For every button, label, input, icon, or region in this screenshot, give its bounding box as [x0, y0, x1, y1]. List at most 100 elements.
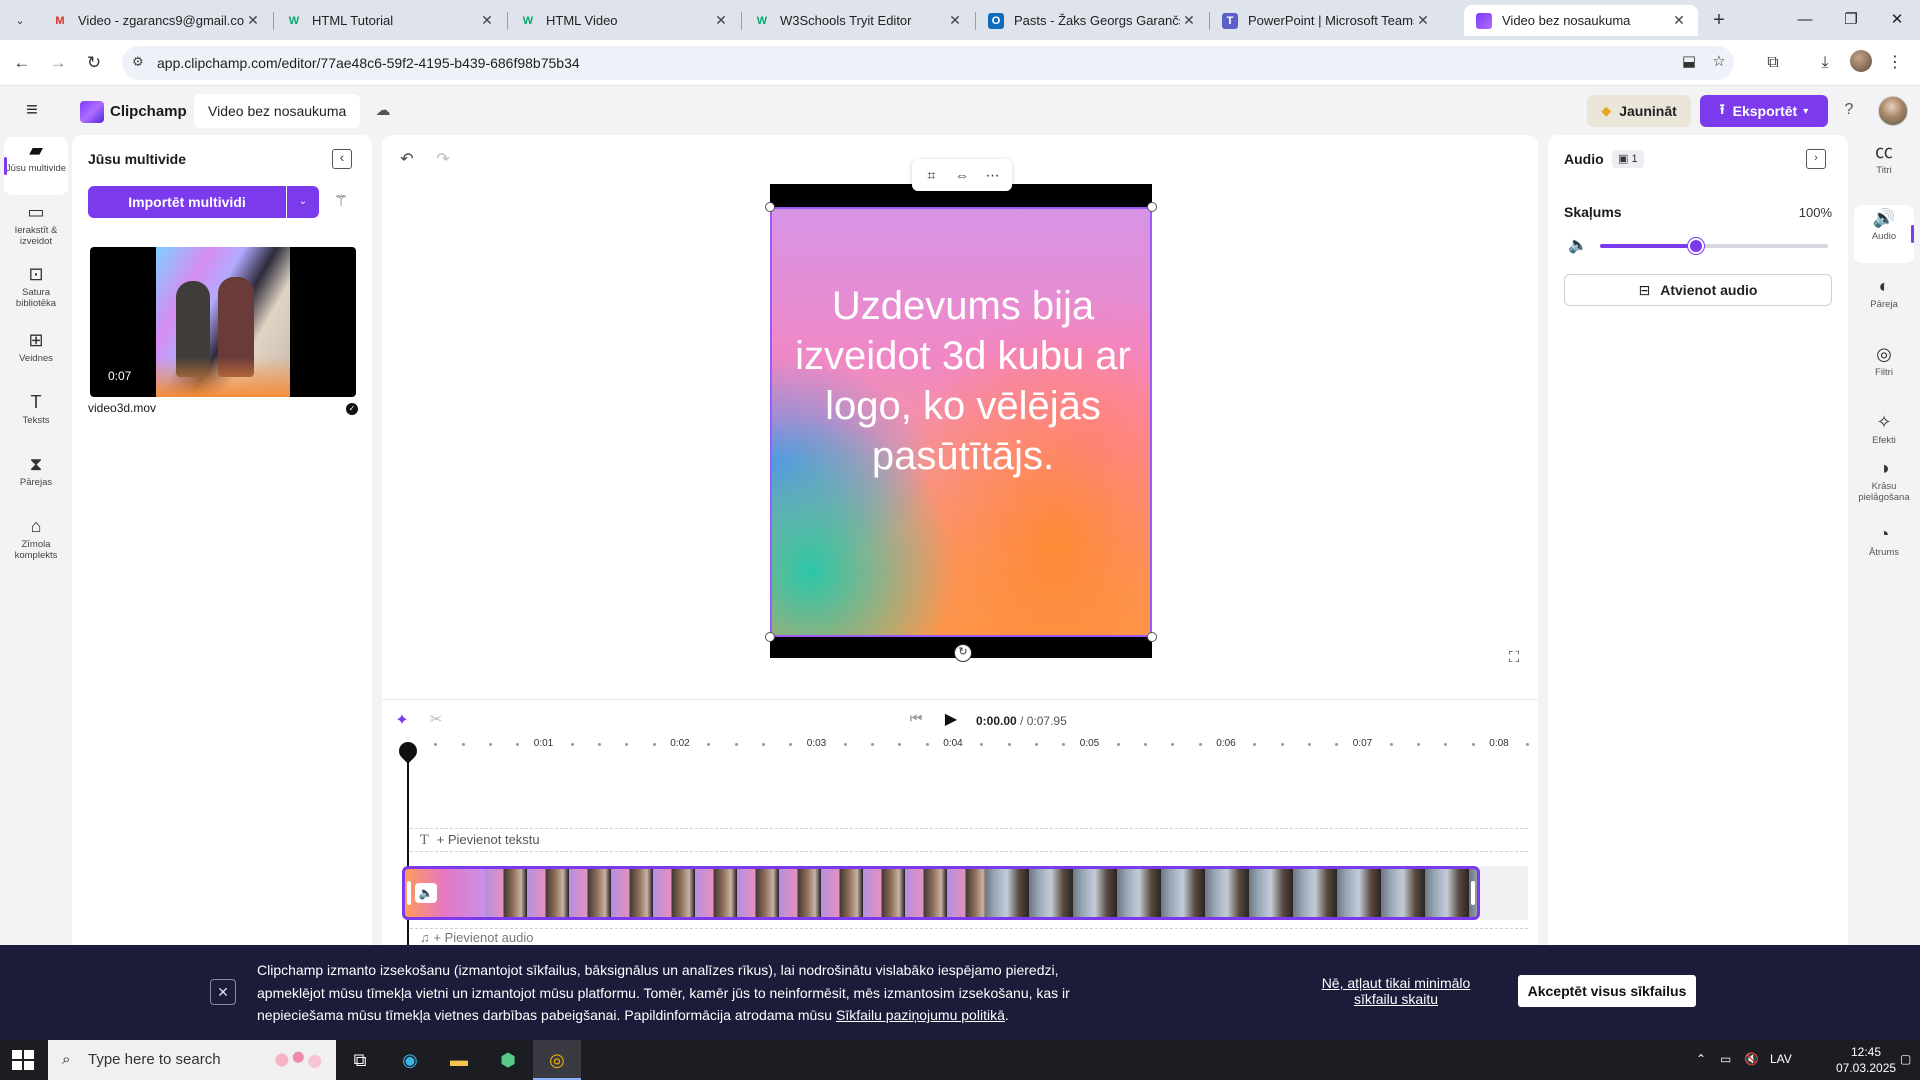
volume-slider[interactable]: [1600, 238, 1828, 254]
add-audio-track[interactable]: ♫ + Pievienot audio: [410, 928, 1528, 945]
close-tab-icon[interactable]: ✕: [946, 12, 964, 29]
edge-icon[interactable]: ◉: [386, 1040, 434, 1080]
tab-search-chevron-icon[interactable]: ⌄: [8, 8, 32, 32]
browser-tab-clipchamp-active[interactable]: Video bez nosaukuma ✕: [1464, 5, 1698, 36]
site-info-icon[interactable]: ⚙: [132, 54, 144, 70]
volume-muted-icon[interactable]: 🔇: [1744, 1052, 1759, 1066]
upgrade-button[interactable]: ◆ Jaunināt: [1587, 95, 1691, 127]
rail-item-brand-kit[interactable]: ⌂ Zīmola komplekts: [4, 513, 68, 571]
rail-item-content-library[interactable]: ⊡ Satura bibliotēka: [4, 261, 68, 319]
video-clip[interactable]: 🔈: [402, 866, 1480, 920]
resize-handle[interactable]: [765, 632, 775, 642]
taskbar-search-box[interactable]: ⌕ Type here to search: [48, 1040, 336, 1080]
cookie-policy-link[interactable]: Sīkfailu paziņojumu politikā: [836, 1007, 1005, 1023]
app-icon[interactable]: ⬢: [484, 1040, 532, 1080]
taskbar-clock[interactable]: 12:45 07.03.2025: [1836, 1044, 1896, 1076]
import-media-button[interactable]: Importēt multividi: [88, 186, 286, 218]
hamburger-menu-icon[interactable]: ≡: [20, 99, 44, 123]
rail-item-your-media[interactable]: ▰ Jūsu multivide: [4, 137, 68, 195]
project-name-field[interactable]: Video bez nosaukuma: [194, 94, 361, 128]
rail-item-transitions[interactable]: ⧗ Pārejas: [4, 451, 68, 509]
detach-audio-button[interactable]: ⊟ Atvienot audio: [1564, 274, 1832, 306]
language-indicator[interactable]: LAV: [1770, 1052, 1792, 1066]
magic-wand-icon[interactable]: ⚚: [330, 191, 352, 213]
close-window-icon[interactable]: ✕: [1874, 0, 1920, 40]
sparkle-ai-icon[interactable]: ✦: [392, 710, 412, 730]
rail-item-record-create[interactable]: ▭ Ierakstīt & izveidot: [4, 199, 68, 257]
play-icon[interactable]: ▶: [940, 709, 962, 731]
resize-handle[interactable]: [765, 202, 775, 212]
user-avatar[interactable]: [1878, 96, 1908, 126]
crop-icon[interactable]: ⌗: [920, 167, 942, 184]
close-tab-icon[interactable]: ✕: [1180, 12, 1198, 29]
chrome-icon[interactable]: ◎: [533, 1040, 581, 1080]
preview-video-frame[interactable]: Uzdevums bija izveidot 3d kubu ar logo, …: [770, 207, 1152, 637]
notifications-icon[interactable]: ▢: [1900, 1052, 1911, 1066]
back-arrow-icon[interactable]: ←: [8, 49, 36, 77]
restore-icon[interactable]: ❐: [1828, 0, 1874, 40]
forward-arrow-icon[interactable]: →: [44, 49, 72, 77]
accept-cookies-button[interactable]: Akceptēt visus sīkfailus: [1518, 975, 1696, 1007]
undo-icon[interactable]: ↶: [396, 149, 418, 171]
help-question-icon[interactable]: ?: [1838, 101, 1860, 123]
fit-icon[interactable]: ⇔: [951, 167, 973, 183]
browser-tab-teams[interactable]: T PowerPoint | Microsoft Teams ✕: [1210, 5, 1442, 36]
cloud-sync-off-icon[interactable]: ☁: [372, 101, 394, 123]
bookmark-star-icon[interactable]: ☆: [1708, 52, 1730, 74]
rail-item-color-adjust[interactable]: ◑ Krāsu pielāgošana: [1854, 455, 1914, 521]
rail-item-captions[interactable]: ㏄ Titri: [1854, 139, 1914, 197]
minimize-icon[interactable]: —: [1782, 0, 1828, 40]
close-tab-icon[interactable]: ✕: [1414, 12, 1432, 29]
reload-icon[interactable]: ↻: [80, 49, 108, 77]
browser-tab-html-tutorial[interactable]: W HTML Tutorial ✕: [274, 5, 506, 36]
rail-item-text[interactable]: T Teksts: [4, 389, 68, 447]
reject-cookies-link[interactable]: Nē, atļaut tikai minimālo sīkfailu skait…: [1318, 975, 1474, 1007]
clip-trim-left-handle[interactable]: [407, 881, 411, 905]
rail-item-fade[interactable]: ◐ Pāreja: [1854, 273, 1914, 331]
clip-trim-right-handle[interactable]: [1471, 881, 1475, 905]
browser-tab-outlook[interactable]: O Pasts - Žaks Georgs Garančs - C ✕: [976, 5, 1208, 36]
rail-item-audio[interactable]: 🔊 Audio: [1854, 205, 1914, 263]
close-tab-icon[interactable]: ✕: [478, 12, 496, 29]
browser-menu-icon[interactable]: ⋮: [1882, 50, 1908, 76]
browser-tab-tryit-editor[interactable]: W W3Schools Tryit Editor ✕: [742, 5, 974, 36]
redo-icon[interactable]: ↷: [432, 149, 454, 171]
collapse-panel-icon[interactable]: ›: [1806, 149, 1826, 169]
new-tab-plus-icon[interactable]: +: [1706, 8, 1732, 34]
install-app-icon[interactable]: ⬓: [1678, 52, 1700, 74]
collapse-panel-icon[interactable]: ‹: [332, 149, 352, 169]
volume-slider-knob[interactable]: [1687, 238, 1704, 254]
browser-tab-html-video[interactable]: W HTML Video ✕: [508, 5, 740, 36]
scissors-icon[interactable]: ✂: [426, 710, 446, 730]
timeline-ruler[interactable]: 0:01 0:02 0:03 0:04 0:05 0:06 0:07 0:08: [382, 735, 1538, 755]
media-thumbnail[interactable]: 0:07: [90, 247, 356, 397]
rotate-handle-icon[interactable]: ↻: [954, 644, 972, 662]
resize-handle[interactable]: [1147, 202, 1157, 212]
url-bar[interactable]: ⚙ app.clipchamp.com/editor/77ae48c6-59f2…: [122, 46, 1734, 80]
network-icon[interactable]: ▭: [1720, 1052, 1731, 1066]
rail-item-filters[interactable]: ◎ Filtri: [1854, 341, 1914, 399]
browser-profile-avatar[interactable]: [1850, 50, 1872, 72]
speaker-icon[interactable]: 🔈: [1568, 235, 1588, 255]
export-button[interactable]: ⭱ Eksportēt ▾: [1700, 95, 1828, 127]
close-tab-icon[interactable]: ✕: [712, 12, 730, 29]
close-tab-icon[interactable]: ✕: [244, 12, 262, 29]
more-options-icon[interactable]: ⋯: [982, 167, 1004, 184]
import-dropdown-chevron-icon[interactable]: ⌄: [287, 186, 319, 218]
add-text-track[interactable]: T + Pievienot tekstu: [410, 828, 1528, 852]
skip-to-start-icon[interactable]: ⏮: [906, 710, 926, 730]
rail-item-templates[interactable]: ⊞ Veidnes: [4, 327, 68, 385]
speaker-icon[interactable]: 🔈: [415, 883, 437, 903]
tray-chevron-up-icon[interactable]: ⌃: [1696, 1052, 1706, 1066]
download-icon[interactable]: ⤓: [1812, 50, 1838, 76]
task-view-icon[interactable]: ⧉: [336, 1040, 384, 1080]
file-explorer-icon[interactable]: ▬: [435, 1040, 483, 1080]
windows-start-icon[interactable]: [12, 1050, 34, 1070]
resize-handle[interactable]: [1147, 632, 1157, 642]
browser-tab-gmail[interactable]: M Video - zgarancs9@gmail.com ✕: [40, 5, 272, 36]
close-banner-icon[interactable]: ✕: [210, 979, 236, 1005]
rail-item-speed[interactable]: ◔ Ātrums: [1854, 521, 1914, 579]
close-tab-icon[interactable]: ✕: [1670, 12, 1688, 29]
fullscreen-icon[interactable]: ⛶: [1504, 649, 1524, 669]
extensions-puzzle-icon[interactable]: ⧉: [1760, 50, 1786, 76]
